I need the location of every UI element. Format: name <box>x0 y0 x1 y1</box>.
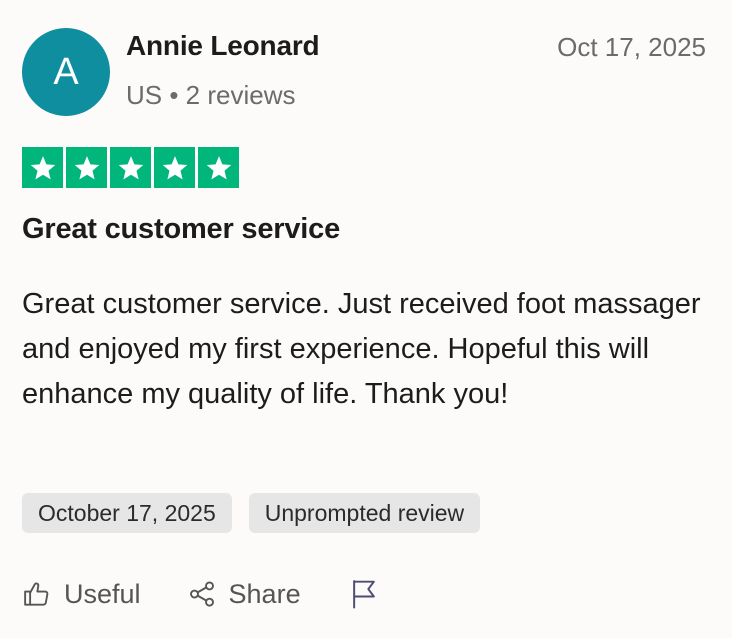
avatar[interactable]: A <box>22 28 110 116</box>
star-rating <box>22 147 239 188</box>
review-header: A Annie Leonard US • 2 reviews Oct 17, 2… <box>22 28 706 116</box>
useful-button[interactable]: Useful <box>22 579 141 610</box>
date-of-experience-chip: October 17, 2025 <box>22 493 232 533</box>
report-button[interactable] <box>349 578 379 610</box>
star-icon <box>110 147 151 188</box>
avatar-initial: A <box>53 50 79 93</box>
review-title: Great customer service <box>22 213 340 245</box>
review-body: Great customer service. Just received fo… <box>22 288 701 410</box>
star-icon <box>198 147 239 188</box>
review-date: Oct 17, 2025 <box>557 32 706 62</box>
review-chips: October 17, 2025 Unprompted review <box>22 493 481 533</box>
share-icon <box>187 579 217 609</box>
review-actions: Useful Share <box>22 578 379 610</box>
reviewer-meta: US • 2 reviews <box>126 80 296 110</box>
reviewer-name[interactable]: Annie Leonard <box>126 30 320 62</box>
star-icon <box>66 147 107 188</box>
useful-label: Useful <box>64 578 141 609</box>
review-type-chip[interactable]: Unprompted review <box>248 493 481 533</box>
star-icon <box>154 147 195 188</box>
review-card: A Annie Leonard US • 2 reviews Oct 17, 2… <box>0 0 732 638</box>
flag-icon <box>349 578 379 610</box>
share-button[interactable]: Share <box>187 579 301 610</box>
thumbs-up-icon <box>22 579 52 609</box>
star-icon <box>22 147 63 188</box>
share-label: Share <box>228 578 301 609</box>
